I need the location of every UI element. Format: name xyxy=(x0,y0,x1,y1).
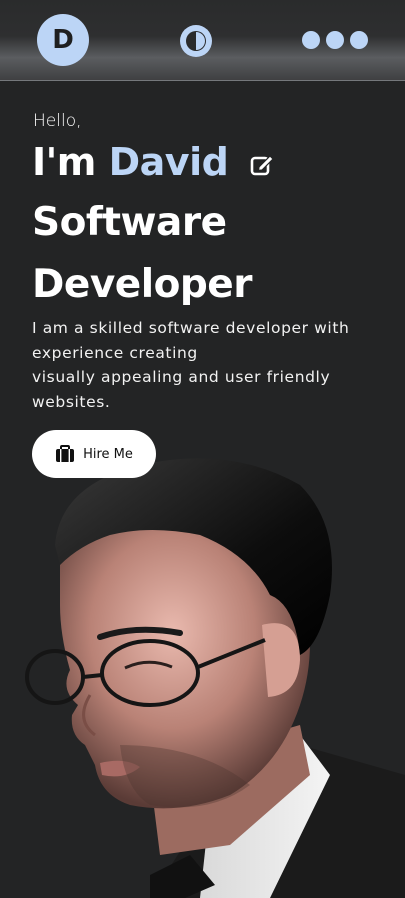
greeting-text: Hello, xyxy=(33,111,82,131)
more-menu-button[interactable] xyxy=(302,31,368,49)
portrait-illustration xyxy=(25,458,405,898)
edit-icon[interactable] xyxy=(249,152,275,178)
dot-icon xyxy=(326,31,344,49)
hero-headline: I'm David xyxy=(32,140,275,184)
hero-name: David xyxy=(108,140,229,184)
theme-toggle-icon[interactable] xyxy=(179,24,213,58)
logo-letter: D xyxy=(52,25,74,55)
logo-avatar[interactable]: D xyxy=(37,14,89,66)
description-line-2: visually appealing and user friendly web… xyxy=(32,368,331,411)
intro-prefix: I'm xyxy=(32,140,96,184)
role-line-1: Software xyxy=(32,200,227,245)
hire-me-button[interactable]: Hire Me xyxy=(32,430,156,478)
dot-icon xyxy=(350,31,368,49)
hero-description: I am a skilled software developer with e… xyxy=(32,316,382,414)
description-line-1: I am a skilled software developer with e… xyxy=(32,319,350,362)
dot-icon xyxy=(302,31,320,49)
briefcase-icon xyxy=(56,445,75,462)
role-line-2: Developer xyxy=(32,262,252,307)
top-navigation-bar: D xyxy=(0,0,405,81)
hire-me-label: Hire Me xyxy=(83,446,133,462)
